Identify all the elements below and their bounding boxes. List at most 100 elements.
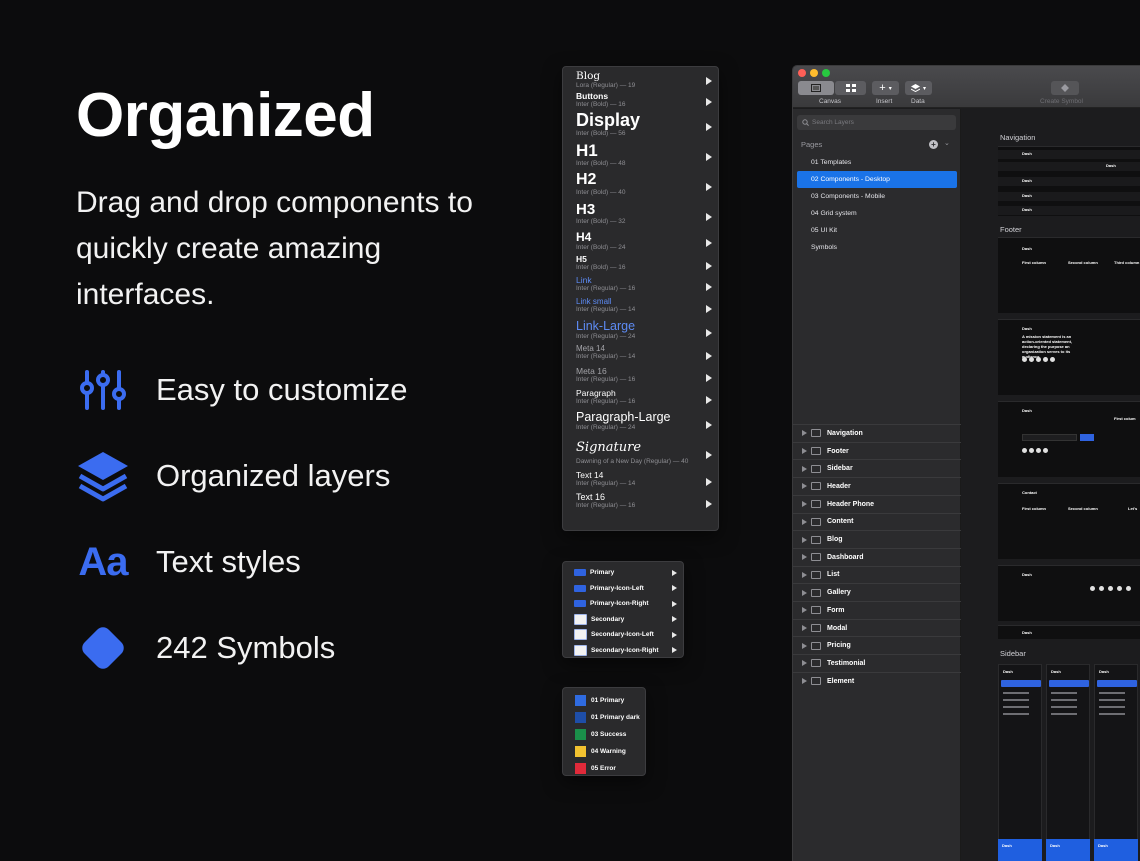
social-icon[interactable] <box>1043 448 1048 453</box>
social-icon[interactable] <box>1090 586 1095 591</box>
button-symbol-item[interactable]: Secondary-Icon-Right <box>563 643 683 659</box>
color-style-item[interactable]: 05 Error <box>563 760 645 777</box>
button-symbol-item[interactable]: Primary-Icon-Right <box>563 596 683 612</box>
color-style-item[interactable]: 01 Primary dark <box>563 709 645 726</box>
email-field[interactable] <box>1022 434 1077 441</box>
type-style-item[interactable]: Display Inter (Bold) — 56 <box>563 111 718 142</box>
social-icon[interactable] <box>1099 586 1104 591</box>
disclosure-triangle-icon[interactable] <box>802 607 807 614</box>
social-icon[interactable] <box>1029 357 1034 362</box>
button-symbol-item[interactable]: Secondary-Icon-Left <box>563 627 683 643</box>
color-style-item[interactable]: 01 Primary <box>563 692 645 709</box>
type-style-item[interactable]: Meta 16 Inter (Regular) — 16 <box>563 367 718 389</box>
button-symbol-item[interactable]: Primary-Icon-Left <box>563 581 683 597</box>
navigation-artboard[interactable]: Dash Dash Dash Dash Dash <box>998 146 1140 216</box>
type-style-item[interactable]: H5 Inter (Bold) — 16 <box>563 255 718 276</box>
chevron-down-icon[interactable]: ⌄ <box>944 139 950 147</box>
layer-group-row[interactable]: Blog <box>793 530 961 548</box>
artboard-canvas[interactable]: Navigation Dash Dash Dash Dash Dash Foot… <box>962 109 1140 861</box>
disclosure-triangle-icon[interactable] <box>802 678 807 685</box>
layer-group-row[interactable]: Pricing <box>793 636 961 654</box>
social-icon[interactable] <box>1108 586 1113 591</box>
type-style-item[interactable]: Signature Dawning of a New Day (Regular)… <box>563 438 718 471</box>
type-style-item[interactable]: Link Inter (Regular) — 16 <box>563 276 718 298</box>
social-icon[interactable] <box>1029 448 1034 453</box>
button-symbol-item[interactable]: Secondary <box>563 612 683 628</box>
layer-group-row[interactable]: Footer <box>793 441 961 460</box>
type-style-item[interactable]: Link-Large Inter (Regular) — 24 <box>563 319 718 345</box>
layer-group-row[interactable]: Element <box>793 671 961 690</box>
disclosure-triangle-icon[interactable] <box>802 625 807 632</box>
color-style-item[interactable]: 03 Success <box>563 726 645 743</box>
button-symbol-item[interactable]: Primary <box>563 565 683 581</box>
type-style-item[interactable]: H2 Inter (Bold) — 40 <box>563 171 718 202</box>
layer-group-row[interactable]: Modal <box>793 618 961 637</box>
type-style-item[interactable]: Paragraph Inter (Regular) — 16 <box>563 389 718 411</box>
social-icon[interactable] <box>1050 357 1055 362</box>
layer-group-row[interactable]: Testimonial <box>793 654 961 672</box>
sidebar-artboard-blue[interactable]: Dash <box>1046 839 1090 861</box>
social-icon[interactable] <box>1022 357 1027 362</box>
social-icon[interactable] <box>1117 586 1122 591</box>
sidebar-artboard[interactable]: Dash <box>998 664 1042 861</box>
page-item[interactable]: 05 UI Kit <box>797 222 957 239</box>
footer-artboard[interactable]: Dash A mission statement is an action-or… <box>998 319 1140 395</box>
type-style-item[interactable]: Blog Lora (Regular) — 19 <box>563 70 718 92</box>
sidebar-artboard[interactable]: Dash <box>1046 664 1090 861</box>
signup-button[interactable] <box>1080 434 1094 441</box>
grid-view-button[interactable] <box>835 81 866 95</box>
disclosure-triangle-icon[interactable] <box>802 430 807 437</box>
page-item[interactable]: 04 Grid system <box>797 205 957 222</box>
data-button[interactable]: ▾ <box>905 81 932 95</box>
close-window-button[interactable] <box>798 69 806 77</box>
disclosure-triangle-icon[interactable] <box>802 448 807 455</box>
create-symbol-button[interactable] <box>1051 81 1079 95</box>
layer-group-row[interactable]: Content <box>793 512 961 531</box>
social-icon[interactable] <box>1022 448 1027 453</box>
sidebar-artboard[interactable]: Dash <box>1094 664 1138 861</box>
type-style-item[interactable]: H3 Inter (Bold) — 32 <box>563 202 718 231</box>
zoom-window-button[interactable] <box>822 69 830 77</box>
canvas-view-button[interactable] <box>798 81 834 95</box>
disclosure-triangle-icon[interactable] <box>802 518 807 525</box>
social-icon[interactable] <box>1126 586 1131 591</box>
footer-artboard[interactable]: Contact First column Second column Let's <box>998 483 1140 559</box>
search-layers-input[interactable]: Search Layers <box>797 115 956 130</box>
page-item-selected[interactable]: 02 Components - Desktop <box>797 171 957 188</box>
type-style-item[interactable]: Buttons Inter (Bold) — 16 <box>563 92 718 111</box>
page-item[interactable]: 01 Templates <box>797 154 957 171</box>
layer-group-row[interactable]: Navigation <box>793 424 961 442</box>
color-style-item[interactable]: 04 Warning <box>563 743 645 760</box>
layer-group-row[interactable]: Header <box>793 477 961 495</box>
type-style-item[interactable]: Paragraph-Large Inter (Regular) — 24 <box>563 410 718 438</box>
disclosure-triangle-icon[interactable] <box>802 642 807 649</box>
layer-group-row[interactable]: Form <box>793 601 961 619</box>
disclosure-triangle-icon[interactable] <box>802 465 807 472</box>
social-icon[interactable] <box>1036 357 1041 362</box>
social-icon[interactable] <box>1036 448 1041 453</box>
add-page-icon[interactable]: + <box>929 140 938 149</box>
disclosure-triangle-icon[interactable] <box>802 589 807 596</box>
type-style-item[interactable]: Text 14 Inter (Regular) — 14 <box>563 471 718 493</box>
disclosure-triangle-icon[interactable] <box>802 660 807 667</box>
sidebar-artboard-blue[interactable]: Dash <box>1094 839 1138 861</box>
layer-group-row[interactable]: Header Phone <box>793 494 961 513</box>
page-item[interactable]: 03 Components - Mobile <box>797 188 957 205</box>
minimize-window-button[interactable] <box>810 69 818 77</box>
footer-artboard[interactable]: Dash First column Second column Third co… <box>998 237 1140 313</box>
sidebar-artboard-blue[interactable]: Dash <box>998 839 1042 861</box>
type-style-item[interactable]: Link small Inter (Regular) — 14 <box>563 297 718 320</box>
layer-group-row[interactable]: Sidebar <box>793 459 961 477</box>
type-style-item[interactable]: Meta 14 Inter (Regular) — 14 <box>563 344 718 367</box>
type-style-item[interactable]: H1 Inter (Bold) — 48 <box>563 142 718 172</box>
type-style-item[interactable]: Text 16 Inter (Regular) — 16 <box>563 492 718 515</box>
disclosure-triangle-icon[interactable] <box>802 483 807 490</box>
insert-button[interactable]: + ▾ <box>872 81 899 95</box>
layer-group-row[interactable]: List <box>793 565 961 584</box>
footer-artboard[interactable]: Dash First colum <box>998 401 1140 477</box>
disclosure-triangle-icon[interactable] <box>802 554 807 561</box>
disclosure-triangle-icon[interactable] <box>802 501 807 508</box>
disclosure-triangle-icon[interactable] <box>802 571 807 578</box>
page-item[interactable]: Symbols <box>797 239 957 256</box>
layer-group-row[interactable]: Dashboard <box>793 547 961 566</box>
